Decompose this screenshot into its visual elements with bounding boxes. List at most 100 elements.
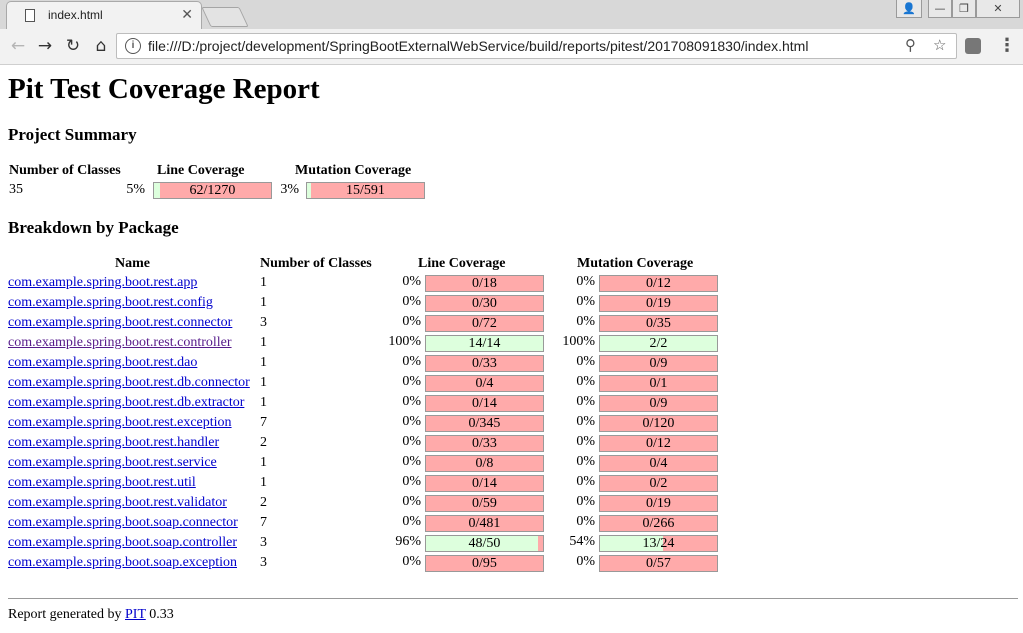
footer-divider [8,598,1018,599]
menu-icon[interactable]: ⋮ [998,35,1016,56]
line-coverage-text: 0/95 [472,556,497,571]
mutation-coverage-bar: 0/12 [599,275,718,292]
line-coverage-text: 0/14 [472,396,497,411]
footer-prefix: Report generated by [8,607,126,622]
extension-icon[interactable] [965,38,981,54]
line-coverage-text: 0/18 [472,276,497,291]
line-coverage-text: 14/14 [468,336,501,351]
mutation-coverage-bar: 0/35 [599,315,718,332]
mutation-coverage-pct: 0% [576,274,595,289]
mutation-coverage-bar: 0/266 [599,515,718,532]
project-summary-heading: Project Summary [8,125,137,144]
package-class-count: 1 [260,395,267,410]
mutation-coverage-text: 0/9 [649,356,668,371]
pit-link[interactable]: PIT [125,607,146,622]
line-coverage-pct: 100% [388,334,421,349]
column-header-mutation: Mutation Coverage [577,256,694,271]
mutation-coverage-pct: 0% [576,454,595,469]
line-coverage-pct: 0% [402,474,421,489]
package-link[interactable]: com.example.spring.boot.rest.handler [8,435,219,451]
line-coverage-bar: 0/14 [425,475,544,492]
package-link[interactable]: com.example.spring.boot.soap.controller [8,535,237,551]
info-icon[interactable]: i [125,38,141,54]
line-coverage-text: 0/345 [468,416,501,431]
package-class-count: 1 [260,295,267,310]
summary-mutation-text: 15/591 [346,183,385,198]
close-tab-icon[interactable]: ✕ [181,6,193,24]
summary-classes: 35 [9,182,23,197]
package-link[interactable]: com.example.spring.boot.rest.util [8,475,196,491]
address-bar[interactable]: i file:///D:/project/development/SpringB… [116,33,957,59]
back-icon[interactable]: ← [7,35,29,57]
mutation-coverage-text: 0/120 [642,416,675,431]
package-link[interactable]: com.example.spring.boot.rest.controller [8,335,232,351]
line-coverage-bar: 48/50 [425,535,544,552]
browser-tab[interactable]: index.html ✕ [6,1,202,29]
line-coverage-text: 0/33 [472,436,497,451]
package-link[interactable]: com.example.spring.boot.rest.app [8,275,197,291]
minimize-button[interactable]: — [928,0,952,18]
reload-icon[interactable]: ↻ [62,35,84,57]
mutation-coverage-bar: 0/4 [599,455,718,472]
mutation-coverage-text: 0/19 [646,496,671,511]
restore-button[interactable]: ❐ [952,0,976,18]
tab-strip: index.html ✕ 👤 — ❐ ✕ [0,0,1023,29]
line-coverage-pct: 0% [402,434,421,449]
line-coverage-pct: 96% [395,534,421,549]
summary-header-mutation: Mutation Coverage [295,163,412,178]
mutation-coverage-text: 0/2 [649,476,668,491]
home-icon[interactable]: ⌂ [90,35,112,57]
line-coverage-pct: 0% [402,454,421,469]
bookmark-star-icon[interactable]: ☆ [933,36,946,54]
summary-mutation-pct: 3% [280,182,299,197]
line-coverage-bar: 0/95 [425,555,544,572]
line-coverage-text: 0/8 [475,456,494,471]
user-icon[interactable]: 👤 [896,0,922,18]
package-link[interactable]: com.example.spring.boot.rest.connector [8,315,232,331]
package-link[interactable]: com.example.spring.boot.rest.service [8,455,217,471]
mutation-coverage-bar: 2/2 [599,335,718,352]
line-coverage-bar: 0/33 [425,435,544,452]
package-class-count: 1 [260,335,267,350]
line-coverage-pct: 0% [402,294,421,309]
package-class-count: 1 [260,355,267,370]
mutation-coverage-text: 2/2 [649,336,668,351]
package-link[interactable]: com.example.spring.boot.soap.exception [8,555,237,571]
line-coverage-bar: 0/345 [425,415,544,432]
mutation-coverage-bar: 0/12 [599,435,718,452]
mutation-coverage-bar: 0/120 [599,415,718,432]
column-header-name: Name [115,256,150,271]
url-text[interactable]: file:///D:/project/development/SpringBoo… [148,38,808,54]
package-link[interactable]: com.example.spring.boot.rest.config [8,295,213,311]
package-link[interactable]: com.example.spring.boot.rest.db.connecto… [8,375,250,391]
forward-icon[interactable]: → [34,35,56,57]
mutation-coverage-text: 0/12 [646,276,671,291]
mutation-coverage-bar: 13/24 [599,535,718,552]
close-window-button[interactable]: ✕ [976,0,1020,18]
zoom-icon[interactable]: ⚲ [905,36,916,54]
mutation-coverage-bar: 0/9 [599,355,718,372]
summary-header-classes: Number of Classes [9,163,121,178]
line-coverage-pct: 0% [402,374,421,389]
summary-header-line: Line Coverage [157,163,245,178]
package-link[interactable]: com.example.spring.boot.rest.dao [8,355,197,371]
line-coverage-text: 0/14 [472,476,497,491]
line-coverage-pct: 0% [402,314,421,329]
line-coverage-text: 0/59 [472,496,497,511]
mutation-coverage-text: 0/266 [642,516,675,531]
mutation-coverage-text: 0/4 [649,456,668,471]
package-link[interactable]: com.example.spring.boot.rest.exception [8,415,232,431]
mutation-coverage-text: 0/57 [646,556,671,571]
document-icon [25,9,35,22]
new-tab-button[interactable] [201,7,249,27]
column-header-line: Line Coverage [418,256,506,271]
mutation-coverage-pct: 0% [576,374,595,389]
package-link[interactable]: com.example.spring.boot.rest.validator [8,495,227,511]
line-coverage-bar: 0/30 [425,295,544,312]
package-link[interactable]: com.example.spring.boot.soap.connector [8,515,238,531]
package-class-count: 1 [260,475,267,490]
column-header-classes: Number of Classes [260,256,372,271]
mutation-coverage-pct: 0% [576,294,595,309]
package-link[interactable]: com.example.spring.boot.rest.db.extracto… [8,395,244,411]
mutation-coverage-pct: 54% [569,534,595,549]
